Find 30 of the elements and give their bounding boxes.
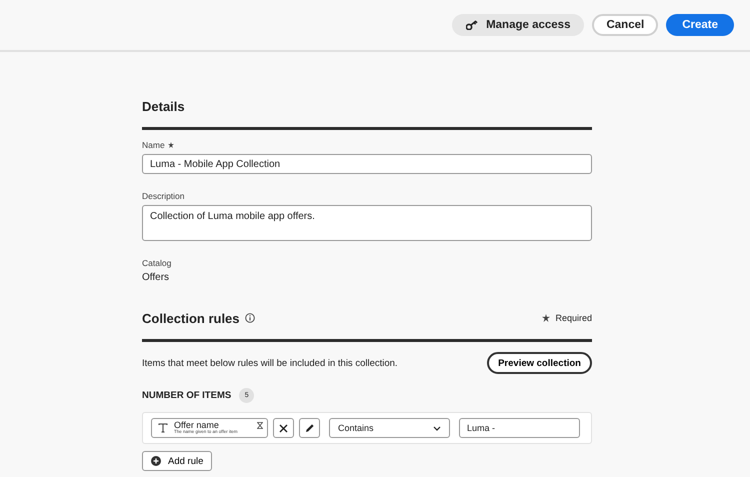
operator-dropdown[interactable]: Contains xyxy=(329,418,450,438)
edit-button[interactable] xyxy=(299,418,320,438)
remove-button[interactable] xyxy=(273,418,294,438)
chevron-icon xyxy=(433,426,441,430)
field-label: Catalog xyxy=(142,258,172,268)
cancel-button[interactable]: Cancel xyxy=(592,14,658,36)
section-title: Collection rules xyxy=(142,310,240,326)
description-text: Items that meet below rules will be included in this collection. xyxy=(142,358,398,368)
key-icon xyxy=(466,20,478,30)
value-field[interactable]: Luma - xyxy=(459,418,580,438)
preview-collection-button[interactable]: Preview collection xyxy=(487,352,592,374)
add-icon xyxy=(151,456,161,466)
required-icon xyxy=(168,142,174,148)
field-label: Description xyxy=(142,191,185,201)
manage-access-button[interactable]: Manage access xyxy=(452,14,584,36)
field-label: Name xyxy=(142,140,165,150)
description-field[interactable]: Collection of Luma mobile app offers. xyxy=(142,205,592,241)
required-note: Required xyxy=(555,313,592,323)
text-type-icon xyxy=(158,423,168,433)
catalog-value: Offers xyxy=(142,272,170,283)
count-label: NUMBER OF ITEMS xyxy=(142,390,232,401)
pencil-icon xyxy=(304,423,314,433)
info-icon xyxy=(244,313,255,323)
add-rule-button[interactable]: Add rule xyxy=(142,451,212,471)
create-button[interactable]: Create xyxy=(666,14,734,36)
attribute-name: Offer name xyxy=(174,421,219,430)
name-field[interactable]: Luma - Mobile App Collection xyxy=(142,154,592,174)
section-title: Details xyxy=(142,98,185,114)
close-icon xyxy=(279,424,288,432)
required-icon xyxy=(542,314,550,322)
